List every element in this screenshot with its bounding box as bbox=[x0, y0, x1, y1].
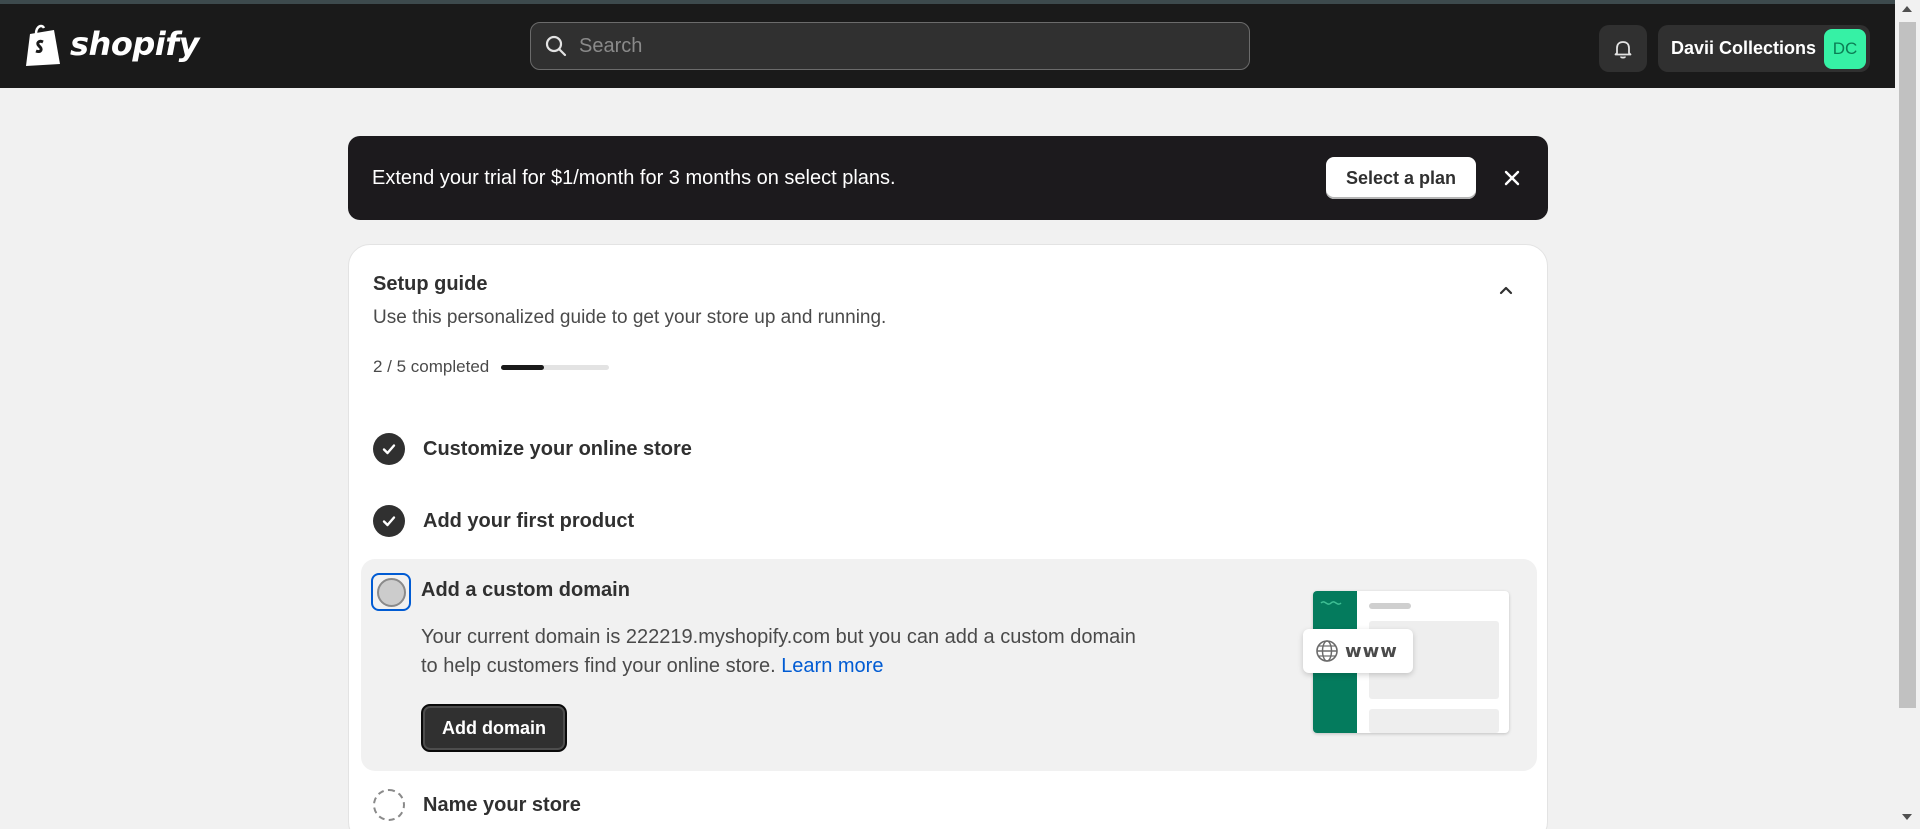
domain-illustration: www bbox=[1303, 591, 1509, 733]
setup-guide-title: Setup guide bbox=[373, 273, 488, 295]
scroll-down-arrow-icon[interactable] bbox=[1902, 814, 1912, 820]
illustration-block bbox=[1369, 709, 1499, 733]
close-icon bbox=[1504, 170, 1520, 186]
pending-circle-icon bbox=[373, 789, 405, 821]
learn-more-link[interactable]: Learn more bbox=[781, 655, 883, 677]
chevron-up-icon bbox=[1499, 286, 1513, 295]
task-name-store[interactable]: Name your store bbox=[373, 789, 581, 821]
setup-guide-subtitle: Use this personalized guide to get your … bbox=[373, 307, 887, 328]
scroll-thumb[interactable] bbox=[1899, 22, 1916, 708]
progress-bar bbox=[501, 364, 610, 370]
add-domain-button[interactable]: Add domain bbox=[421, 704, 567, 752]
task-label: Customize your online store bbox=[423, 437, 692, 460]
trial-banner: Extend your trial for $1/month for 3 mon… bbox=[348, 136, 1548, 220]
task-description: Your current domain is 222219.myshopify.… bbox=[421, 623, 1141, 681]
notifications-button[interactable] bbox=[1599, 25, 1647, 72]
search-icon bbox=[545, 35, 567, 57]
illustration-line bbox=[1369, 603, 1411, 609]
collapse-guide-button[interactable] bbox=[1491, 275, 1521, 305]
checkmark-icon bbox=[373, 505, 405, 537]
progress-bar-fill bbox=[501, 364, 545, 370]
avatar: DC bbox=[1824, 28, 1866, 69]
mark-complete-toggle[interactable] bbox=[371, 573, 411, 611]
setup-guide-card: Setup guide Use this personalized guide … bbox=[348, 244, 1548, 829]
select-plan-button[interactable]: Select a plan bbox=[1326, 157, 1476, 199]
task-customize-store[interactable]: Customize your online store bbox=[373, 433, 692, 465]
shopify-logo[interactable]: shopify bbox=[24, 22, 199, 66]
incomplete-circle-icon bbox=[376, 577, 406, 607]
task-add-product[interactable]: Add your first product bbox=[373, 505, 634, 537]
close-banner-button[interactable] bbox=[1494, 160, 1530, 196]
bell-icon bbox=[1614, 40, 1632, 59]
shopify-bag-icon bbox=[24, 22, 62, 66]
task-label: Name your store bbox=[423, 793, 581, 816]
progress-row: 2 / 5 completed bbox=[373, 357, 610, 377]
logo-text: shopify bbox=[70, 25, 199, 63]
store-menu-button[interactable]: Davii Collections DC bbox=[1658, 25, 1870, 72]
task-description-text: Your current domain is 222219.myshopify.… bbox=[421, 626, 1136, 677]
progress-text: 2 / 5 completed bbox=[373, 357, 490, 376]
www-text: www bbox=[1345, 640, 1398, 662]
search-input[interactable] bbox=[579, 34, 1249, 58]
scroll-up-arrow-icon[interactable] bbox=[1902, 6, 1912, 12]
www-chip: www bbox=[1303, 629, 1413, 673]
globe-icon bbox=[1316, 640, 1338, 662]
store-name: Davii Collections bbox=[1671, 38, 1817, 58]
task-label[interactable]: Add a custom domain bbox=[421, 579, 630, 602]
task-add-custom-domain: Add a custom domain Your current domain … bbox=[361, 559, 1537, 771]
search-bar[interactable] bbox=[530, 22, 1250, 70]
banner-text: Extend your trial for $1/month for 3 mon… bbox=[372, 166, 896, 189]
checkmark-icon bbox=[373, 433, 405, 465]
top-bar: shopify Davii Collections DC bbox=[0, 0, 1895, 88]
task-label: Add your first product bbox=[423, 509, 635, 532]
page-scrollbar[interactable] bbox=[1895, 0, 1920, 829]
